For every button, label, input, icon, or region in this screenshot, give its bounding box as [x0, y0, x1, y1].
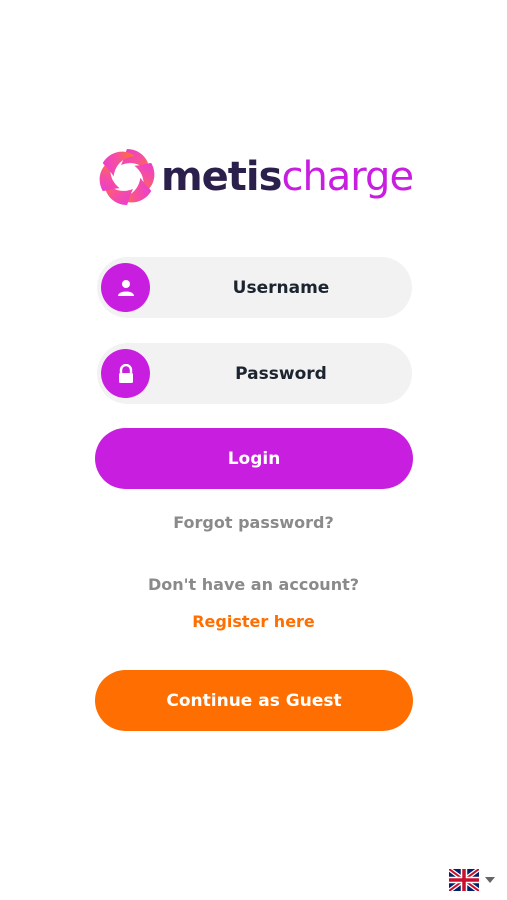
language-selector[interactable]	[449, 869, 495, 891]
brand-name: metischarge	[161, 154, 414, 200]
brand-name-part2: charge	[281, 154, 414, 200]
continue-as-guest-button[interactable]: Continue as Guest	[95, 670, 413, 731]
no-account-text: Don't have an account?	[147, 575, 360, 594]
caret-down-icon	[485, 877, 495, 883]
uk-flag-icon	[449, 869, 479, 891]
forgot-password-link[interactable]: Forgot password?	[0, 513, 507, 532]
metis-logo-mark-icon	[99, 149, 155, 205]
username-field[interactable]	[97, 257, 412, 318]
app-logo: metischarge	[97, 145, 417, 209]
register-link[interactable]: Register here	[0, 612, 507, 631]
brand-name-part1: metis	[161, 154, 282, 200]
user-icon	[101, 263, 150, 312]
password-field[interactable]	[97, 343, 412, 404]
lock-icon	[101, 349, 150, 398]
login-button[interactable]: Login	[95, 428, 413, 489]
